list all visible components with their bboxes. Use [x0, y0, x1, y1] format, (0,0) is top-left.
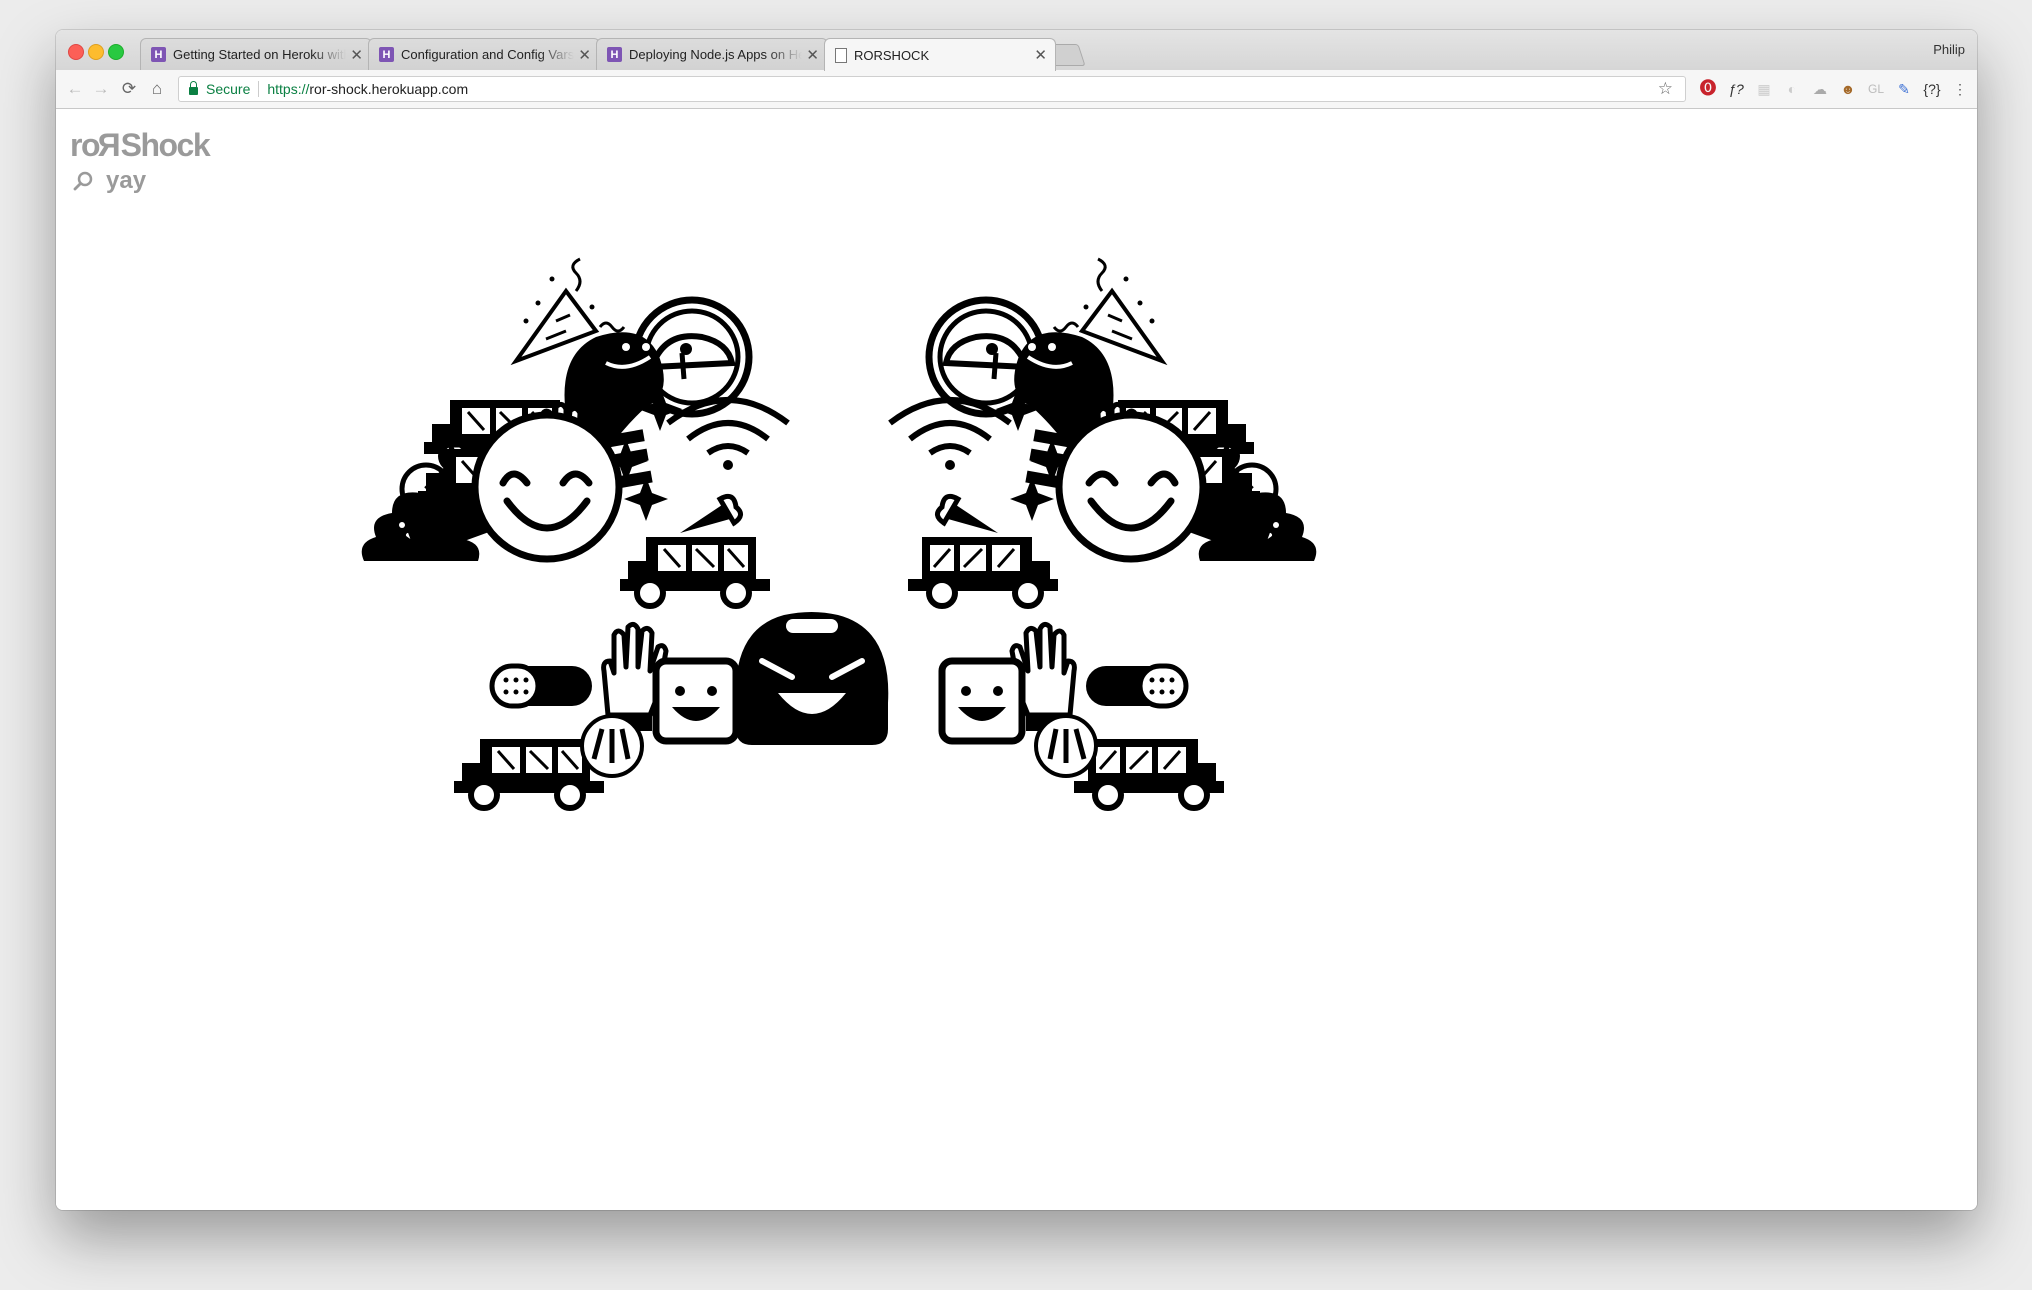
- toolbar: ← → ⟳ ⌂ Secure https:// ror-shock.heroku…: [56, 70, 1977, 109]
- browser-window: H Getting Started on Heroku with ✕ H Con…: [56, 30, 1977, 1210]
- heroku-icon: H: [151, 47, 166, 62]
- tab-title: Deploying Node.js Apps on Her: [629, 47, 803, 62]
- profile-name[interactable]: Philip: [1933, 42, 1965, 57]
- pixel-icon[interactable]: ◐: [1781, 79, 1803, 99]
- avatar-icon[interactable]: ☻: [1837, 79, 1859, 99]
- tab-title: RORSHOCK: [854, 47, 930, 63]
- forward-icon[interactable]: →: [90, 78, 112, 100]
- inkblot-artwork: [359, 109, 1977, 1210]
- tab-title: Configuration and Config Vars: [401, 47, 575, 62]
- heroku-icon: H: [607, 47, 622, 62]
- heroku-icon: H: [379, 47, 394, 62]
- cloud-icon[interactable]: ☁: [1809, 79, 1831, 99]
- pen-icon[interactable]: ✎: [1893, 79, 1915, 99]
- divider: [258, 81, 260, 97]
- tab-rorshock[interactable]: RORSHOCK ✕: [824, 38, 1056, 71]
- back-icon[interactable]: ←: [64, 78, 86, 100]
- window-close-button[interactable]: [68, 44, 84, 60]
- window-maximize-button[interactable]: [108, 44, 124, 60]
- url-scheme: https://: [267, 81, 310, 97]
- bookmark-star-icon[interactable]: ☆: [1658, 79, 1673, 99]
- tab-title: Getting Started on Heroku with: [173, 47, 347, 62]
- close-tab-icon[interactable]: ✕: [578, 46, 591, 64]
- document-icon: [835, 47, 847, 63]
- artwork-left-half: [359, 257, 788, 808]
- fontface-icon[interactable]: ƒ?: [1725, 79, 1747, 99]
- home-icon[interactable]: ⌂: [146, 78, 168, 100]
- tab-heroku-config-vars[interactable]: H Configuration and Config Vars ✕: [368, 38, 600, 70]
- reload-icon[interactable]: ⟳: [118, 78, 140, 100]
- close-tab-icon[interactable]: ✕: [806, 46, 819, 64]
- url-host: ror-shock.herokuapp.com: [309, 81, 469, 97]
- gl-icon[interactable]: GL: [1865, 79, 1887, 99]
- address-bar[interactable]: Secure https:// ror-shock.herokuapp.com …: [178, 76, 1686, 102]
- lock-icon: [189, 81, 198, 95]
- grid-icon[interactable]: ▦: [1753, 79, 1775, 99]
- tab-heroku-nodejs[interactable]: H Deploying Node.js Apps on Her ✕: [596, 38, 828, 70]
- page-content: roRShock yay: [56, 109, 1977, 1210]
- tab-strip: H Getting Started on Heroku with ✕ H Con…: [56, 30, 1977, 71]
- devil-icon: [735, 612, 889, 745]
- artwork-right-half: [890, 259, 1316, 808]
- pinterest-icon[interactable]: ⓿: [1697, 79, 1719, 99]
- secure-label: Secure: [206, 81, 251, 97]
- menu-icon[interactable]: ⋮: [1949, 79, 1971, 99]
- close-tab-icon[interactable]: ✕: [1034, 46, 1047, 64]
- close-tab-icon[interactable]: ✕: [350, 46, 363, 64]
- window-minimize-button[interactable]: [88, 44, 104, 60]
- tab-heroku-getting-started[interactable]: H Getting Started on Heroku with ✕: [140, 38, 372, 70]
- json-icon[interactable]: {?}: [1921, 79, 1943, 99]
